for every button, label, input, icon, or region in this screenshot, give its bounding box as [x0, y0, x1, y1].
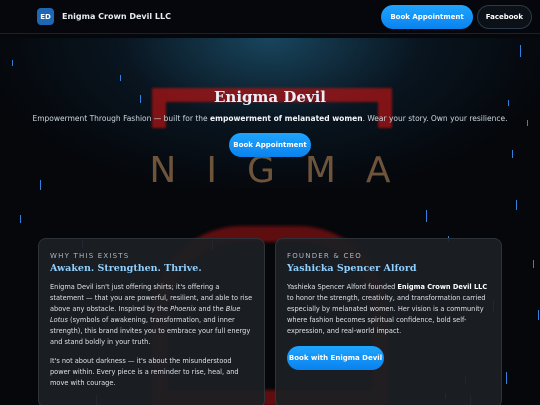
- hero-book-appointment-button[interactable]: Book Appointment: [229, 133, 311, 157]
- why-p1-part-b: and the: [196, 305, 226, 313]
- top-navigation-bar: ED Enigma Crown Devil LLC Book Appointme…: [0, 0, 540, 34]
- founder-name: Yashicka Spencer Alford: [287, 263, 417, 274]
- why-paragraph-2: It's not about darkness — it's about the…: [50, 357, 239, 387]
- header-book-appointment-button[interactable]: Book Appointment: [381, 4, 473, 29]
- rain-streak: [20, 215, 21, 223]
- rain-streak: [12, 60, 13, 66]
- rain-streak: [516, 200, 517, 210]
- founder-card: FOUNDER & CEO Yashicka Spencer Alford Ya…: [275, 238, 502, 405]
- hero-subtitle: Empowerment Through Fashion — built for …: [0, 114, 540, 123]
- founder-p-company: Enigma Crown Devil LLC: [397, 283, 488, 291]
- hero-title: Enigma Devil: [213, 88, 326, 106]
- rain-streak: [512, 150, 513, 158]
- header-nav: Book Appointment Facebook: [381, 4, 532, 29]
- hero-subtitle-end: . Wear your story. Own your resilience.: [362, 114, 508, 123]
- hero-subtitle-start: Empowerment Through Fashion — built for …: [32, 114, 211, 123]
- rain-streak: [40, 180, 41, 190]
- brand-name: Enigma Crown Devil LLC: [62, 12, 171, 21]
- brand[interactable]: ED Enigma Crown Devil LLC: [37, 8, 171, 25]
- founder-p-part-a: Yashieka Spencer Alford founded: [287, 283, 398, 291]
- brand-logo-badge: ED: [37, 8, 54, 25]
- why-paragraph-1: Enigma Devil isn't just offering shirts;…: [50, 282, 253, 348]
- rain-streak: [538, 310, 539, 320]
- why-this-exists-card: WHY THIS EXISTS Awaken. Strengthen. Thri…: [38, 238, 265, 405]
- founder-eyebrow: FOUNDER & CEO: [287, 252, 362, 260]
- book-with-enigma-devil-button[interactable]: Book with Enigma Devil: [287, 346, 384, 370]
- rain-streak: [506, 372, 507, 384]
- rain-streak: [533, 260, 534, 268]
- header-facebook-button[interactable]: Facebook: [476, 4, 532, 29]
- rain-streak: [426, 210, 427, 222]
- why-title: Awaken. Strengthen. Thrive.: [50, 263, 202, 274]
- rain-streak: [520, 45, 521, 57]
- rain-streak: [120, 75, 121, 81]
- hero-subtitle-emphasis: empowerment of melanated women: [210, 114, 363, 123]
- why-p1-phoenix: Phoenix: [170, 305, 197, 313]
- why-eyebrow: WHY THIS EXISTS: [50, 252, 130, 260]
- why-p1-part-c: (symbols of awakening, transformation, a…: [50, 316, 251, 346]
- founder-paragraph: Yashieka Spencer Alford founded Enigma C…: [287, 282, 490, 337]
- founder-p-part-b: to honor the strength, creativity, and t…: [287, 294, 486, 335]
